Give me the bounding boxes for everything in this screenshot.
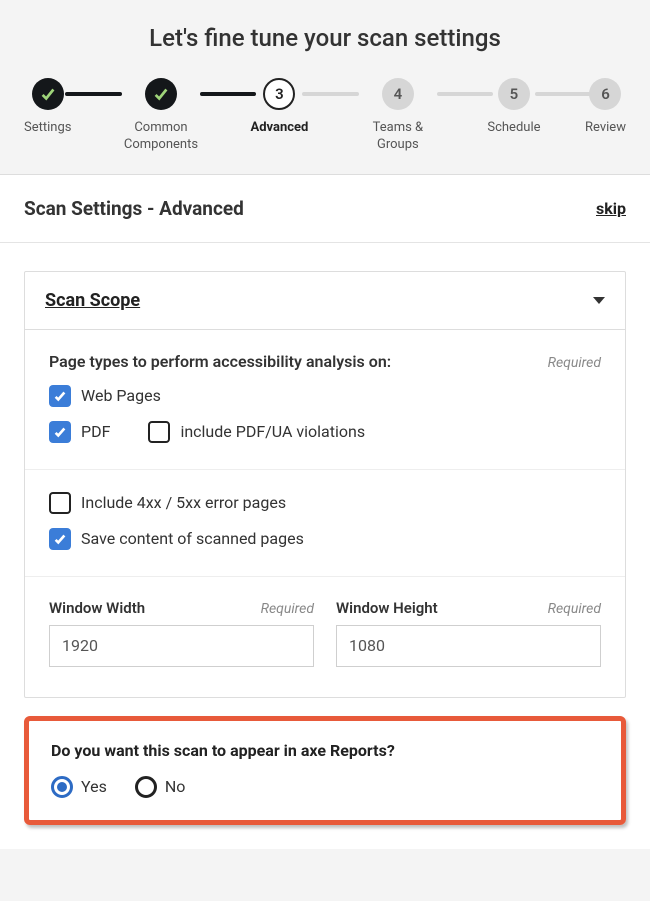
- scan-options-section: Include 4xx / 5xx error pages Save conte…: [25, 470, 625, 577]
- wizard-header: Let's fine tune your scan settings Setti…: [0, 0, 650, 175]
- window-height-input[interactable]: [336, 625, 601, 667]
- pdf-label: PDF: [81, 422, 110, 441]
- step-connector: [535, 92, 592, 96]
- required-tag: Required: [548, 355, 601, 371]
- step-label: Review: [585, 120, 626, 137]
- step-number: 4: [382, 78, 414, 110]
- window-width-input[interactable]: [49, 625, 314, 667]
- save-content-checkbox[interactable]: [49, 528, 71, 550]
- chevron-down-icon: [593, 297, 605, 304]
- web-pages-label: Web Pages: [81, 386, 161, 405]
- step-teams-groups[interactable]: 4 Teams & Groups: [353, 78, 443, 154]
- step-connector: [437, 92, 494, 96]
- required-tag: Required: [261, 601, 314, 617]
- step-common-components[interactable]: Common Components: [116, 78, 206, 154]
- progress-stepper: Settings Common Components 3 Advanced 4 …: [20, 78, 630, 154]
- include-pdfua-checkbox[interactable]: [148, 421, 170, 443]
- step-label: Settings: [24, 120, 71, 137]
- required-tag: Required: [548, 601, 601, 617]
- pdf-checkbox[interactable]: [49, 421, 71, 443]
- axe-reports-yes-option[interactable]: Yes: [51, 776, 107, 798]
- axe-reports-question: Do you want this scan to appear in axe R…: [51, 741, 599, 760]
- subheader-title: Scan Settings - Advanced: [24, 197, 244, 220]
- step-connector: [302, 92, 359, 96]
- page-types-section: Page types to perform accessibility anal…: [25, 330, 625, 470]
- check-icon: [32, 78, 64, 110]
- axe-reports-no-option[interactable]: No: [135, 776, 186, 798]
- step-settings[interactable]: Settings: [24, 78, 71, 137]
- step-schedule[interactable]: 5 Schedule: [487, 78, 540, 137]
- step-label: Advanced: [250, 120, 308, 137]
- window-dimensions-section: Window Width Required Window Height Requ…: [25, 577, 625, 697]
- radio-unselected-icon: [135, 776, 157, 798]
- window-height-label: Window Height: [336, 599, 438, 617]
- step-connector: [65, 92, 122, 96]
- panel-header[interactable]: Scan Scope: [25, 272, 625, 330]
- yes-label: Yes: [81, 777, 107, 796]
- step-label: Schedule: [487, 120, 540, 137]
- step-label: Teams & Groups: [353, 120, 443, 154]
- content-area: Scan Scope Page types to perform accessi…: [0, 243, 650, 849]
- web-pages-checkbox[interactable]: [49, 385, 71, 407]
- step-number: 6: [589, 78, 621, 110]
- window-width-label: Window Width: [49, 599, 145, 617]
- step-label: Common Components: [116, 120, 206, 154]
- radio-selected-icon: [51, 776, 73, 798]
- page-title: Let's fine tune your scan settings: [20, 24, 630, 52]
- page-types-label: Page types to perform accessibility anal…: [49, 352, 391, 371]
- step-connector: [200, 92, 257, 96]
- scan-scope-panel: Scan Scope Page types to perform accessi…: [24, 271, 626, 698]
- window-height-field: Window Height Required: [336, 599, 601, 667]
- skip-link[interactable]: skip: [596, 199, 626, 218]
- include-pdfua-label: include PDF/UA violations: [180, 422, 365, 441]
- axe-reports-highlight: Do you want this scan to appear in axe R…: [24, 716, 626, 825]
- include-error-pages-label: Include 4xx / 5xx error pages: [81, 493, 286, 512]
- no-label: No: [165, 777, 186, 796]
- panel-title: Scan Scope: [45, 290, 140, 311]
- window-width-field: Window Width Required: [49, 599, 314, 667]
- step-advanced[interactable]: 3 Advanced: [250, 78, 308, 137]
- step-review[interactable]: 6 Review: [585, 78, 626, 137]
- step-number: 3: [263, 78, 295, 110]
- check-icon: [145, 78, 177, 110]
- axe-reports-radio-group: Yes No: [51, 776, 599, 798]
- subheader: Scan Settings - Advanced skip: [0, 175, 650, 243]
- save-content-label: Save content of scanned pages: [81, 529, 304, 548]
- step-number: 5: [498, 78, 530, 110]
- include-error-pages-checkbox[interactable]: [49, 492, 71, 514]
